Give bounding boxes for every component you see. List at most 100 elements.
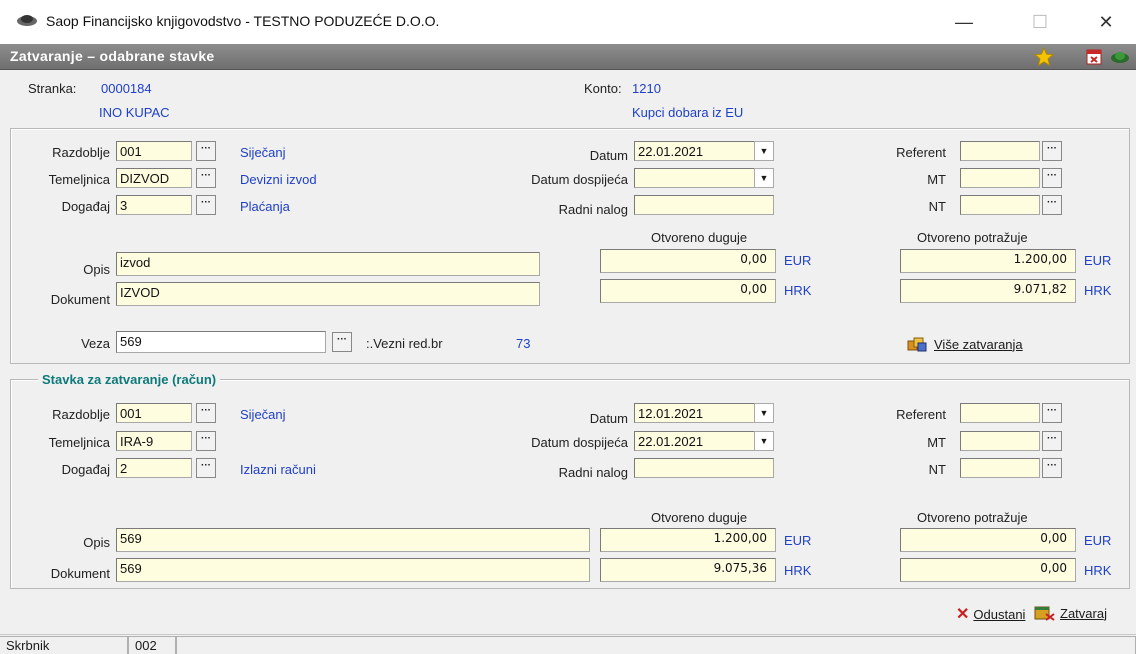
referent2-lookup-button[interactable]: ··· xyxy=(1042,403,1062,423)
mt-field[interactable] xyxy=(960,168,1040,188)
temeljnica-name: Devizni izvod xyxy=(240,172,317,187)
cancel-icon: ✕ xyxy=(956,606,970,623)
dogadaj2-lookup-button[interactable]: ··· xyxy=(196,458,216,478)
potrazuje-hrk-field[interactable]: 9.071,82 xyxy=(900,279,1076,303)
referent-field[interactable] xyxy=(960,141,1040,161)
zatvaraj-button[interactable]: Zatvaraj xyxy=(1034,604,1107,622)
dokument2-field[interactable]: 569 xyxy=(116,558,590,582)
stranka-label: Stranka: xyxy=(28,81,77,96)
duguje-hrk-field[interactable]: 0,00 xyxy=(600,279,776,303)
radni-nalog-field[interactable] xyxy=(634,195,774,215)
mt2-lookup-button[interactable]: ··· xyxy=(1042,431,1062,451)
datum-dospijeca-field[interactable] xyxy=(634,168,756,188)
razdoblje2-lookup-button[interactable]: ··· xyxy=(196,403,216,423)
datum-dospijeca2-dropdown-button[interactable]: ▼ xyxy=(754,431,774,451)
status-skrbnik-value: 002 xyxy=(128,636,176,654)
opis2-label: Opis xyxy=(83,535,110,550)
referent-label: Referent xyxy=(896,145,946,160)
nt-lookup-button[interactable]: ··· xyxy=(1042,195,1062,215)
veza-label: Veza xyxy=(81,336,110,351)
konto-label: Konto: xyxy=(584,81,622,96)
stranka-name: INO KUPAC xyxy=(99,105,170,120)
potrazuje-eur-field[interactable]: 1.200,00 xyxy=(900,249,1076,273)
opis-field[interactable]: izvod xyxy=(116,252,540,276)
datum-label: Datum xyxy=(589,148,628,163)
dogadaj2-label: Događaj xyxy=(61,462,110,477)
temeljnica2-label: Temeljnica xyxy=(48,435,110,450)
dokument-field[interactable]: IZVOD xyxy=(116,282,540,306)
vezni-red-label: :.Vezni red.br xyxy=(366,336,443,351)
datum-field[interactable]: 22.01.2021 xyxy=(634,141,756,161)
mt2-label: MT xyxy=(927,435,946,450)
dogadaj2-field[interactable]: 2 xyxy=(116,458,192,478)
otvoreno-duguje-header: Otvoreno duguje xyxy=(651,230,748,245)
stranka-value: 0000184 xyxy=(101,81,152,96)
mt-lookup-button[interactable]: ··· xyxy=(1042,168,1062,188)
status-skrbnik-label: Skrbnik xyxy=(0,636,128,654)
duguje2-hrk-currency: HRK xyxy=(784,563,812,578)
radni-nalog-label: Radni nalog xyxy=(558,202,628,217)
nt2-field[interactable] xyxy=(960,458,1040,478)
temeljnica-label: Temeljnica xyxy=(48,172,110,187)
razdoblje-name: Siječanj xyxy=(240,145,286,160)
exit-icon[interactable] xyxy=(1110,47,1130,67)
window-title: Saop Financijsko knjigovodstvo - TESTNO … xyxy=(46,13,440,29)
datum-dospijeca2-field[interactable]: 22.01.2021 xyxy=(634,431,756,451)
otvoreno-potrazuje-header: Otvoreno potražuje xyxy=(917,230,1028,245)
duguje-hrk-currency: HRK xyxy=(784,283,812,298)
temeljnica-lookup-button[interactable]: ··· xyxy=(196,168,216,188)
temeljnica2-field[interactable]: IRA-9 xyxy=(116,431,192,451)
razdoblje2-field[interactable]: 001 xyxy=(116,403,192,423)
nt2-lookup-button[interactable]: ··· xyxy=(1042,458,1062,478)
odustani-label: Odustani xyxy=(973,606,1026,622)
radni-nalog2-field[interactable] xyxy=(634,458,774,478)
razdoblje-field[interactable]: 001 xyxy=(116,141,192,161)
close-button[interactable]: ✕ xyxy=(1086,6,1126,38)
datum2-field[interactable]: 12.01.2021 xyxy=(634,403,756,423)
temeljnica-field[interactable]: DIZVOD xyxy=(116,168,192,188)
potrazuje2-eur-field[interactable]: 0,00 xyxy=(900,528,1076,552)
datum-dospijeca-label: Datum dospijeća xyxy=(531,172,628,187)
vise-zatvaranja-button[interactable]: Više zatvaranja xyxy=(906,333,1023,355)
referent-lookup-button[interactable]: ··· xyxy=(1042,141,1062,161)
dialog-title: Zatvaranje – odabrane stavke xyxy=(10,48,215,64)
duguje-eur-currency: EUR xyxy=(784,253,812,268)
nt-label: NT xyxy=(928,199,946,214)
calendar-close-icon[interactable] xyxy=(1084,47,1104,67)
potrazuje2-hrk-currency: HRK xyxy=(1084,563,1112,578)
konto-name: Kupci dobara iz EU xyxy=(632,105,744,120)
vezni-red-value: 73 xyxy=(516,336,531,351)
maximize-button[interactable]: ☐ xyxy=(1020,6,1060,38)
dogadaj-name: Plaćanja xyxy=(240,199,290,214)
duguje-eur-field[interactable]: 0,00 xyxy=(600,249,776,273)
otvoreno-potrazuje2-header: Otvoreno potražuje xyxy=(917,510,1028,525)
duguje2-eur-currency: EUR xyxy=(784,533,812,548)
potrazuje2-eur-currency: EUR xyxy=(1084,533,1112,548)
datum2-dropdown-button[interactable]: ▼ xyxy=(754,403,774,423)
nt2-label: NT xyxy=(928,462,946,477)
dogadaj-field[interactable]: 3 xyxy=(116,195,192,215)
app-logo-icon xyxy=(17,15,37,26)
duguje2-hrk-field[interactable]: 9.075,36 xyxy=(600,558,776,582)
mt2-field[interactable] xyxy=(960,431,1040,451)
dogadaj-lookup-button[interactable]: ··· xyxy=(196,195,216,215)
razdoblje2-name: Siječanj xyxy=(240,407,286,422)
status-empty-panel xyxy=(176,636,1136,654)
star-icon[interactable] xyxy=(1034,47,1054,67)
odustani-button[interactable]: ✕ Odustani xyxy=(956,604,1025,624)
minimize-button[interactable]: — xyxy=(944,6,984,38)
temeljnica2-lookup-button[interactable]: ··· xyxy=(196,431,216,451)
dogadaj-label: Događaj xyxy=(61,199,110,214)
konto-value: 1210 xyxy=(632,81,661,96)
razdoblje-lookup-button[interactable]: ··· xyxy=(196,141,216,161)
datum-dropdown-button[interactable]: ▼ xyxy=(754,141,774,161)
veza-lookup-button[interactable]: ··· xyxy=(332,332,352,352)
opis2-field[interactable]: 569 xyxy=(116,528,590,552)
duguje2-eur-field[interactable]: 1.200,00 xyxy=(600,528,776,552)
datum-dospijeca-dropdown-button[interactable]: ▼ xyxy=(754,168,774,188)
vise-zatvaranja-label: Više zatvaranja xyxy=(934,336,1023,352)
referent2-field[interactable] xyxy=(960,403,1040,423)
potrazuje2-hrk-field[interactable]: 0,00 xyxy=(900,558,1076,582)
veza-field[interactable]: 569 xyxy=(116,331,326,353)
nt-field[interactable] xyxy=(960,195,1040,215)
